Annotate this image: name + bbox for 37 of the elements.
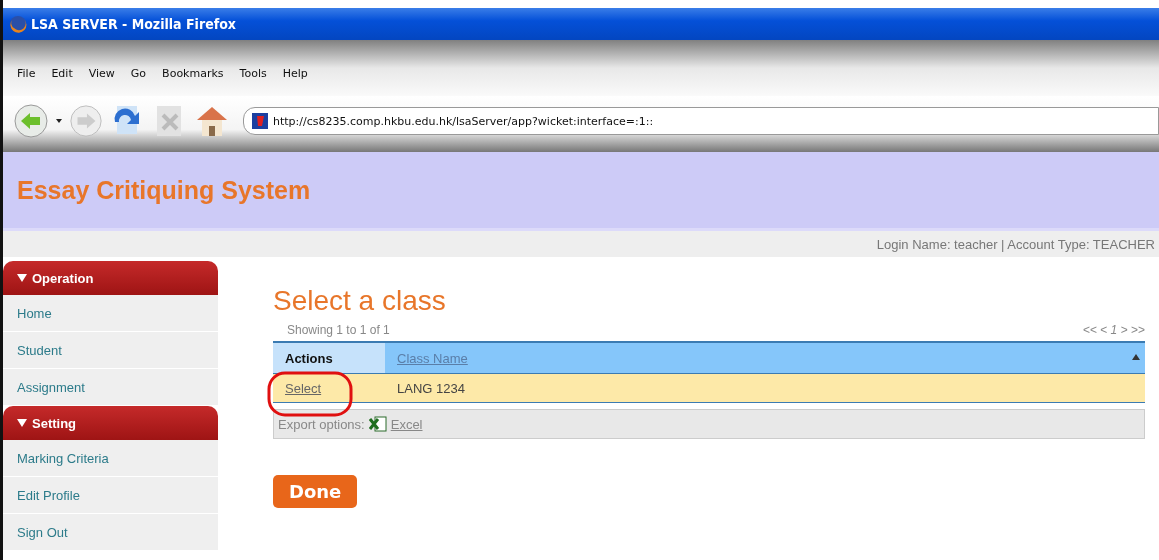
menu-item[interactable]: Help xyxy=(282,66,308,80)
sidebar-item[interactable]: Sign Out xyxy=(3,514,218,551)
page-heading: Select a class xyxy=(273,285,447,317)
section-title: Operation xyxy=(32,270,94,286)
sidebar-item[interactable]: Assignment xyxy=(3,369,218,406)
browser-logo-icon xyxy=(9,15,27,33)
menu-item[interactable]: Tools xyxy=(239,66,267,80)
column-header: Actions xyxy=(273,343,385,373)
result-count: Showing 1 to 1 of 1 xyxy=(287,323,390,337)
dropdown-icon[interactable] xyxy=(55,117,63,125)
sidebar-item[interactable]: Student xyxy=(3,332,218,369)
menu-item[interactable]: Edit xyxy=(51,66,73,80)
triangle-icon xyxy=(17,273,27,283)
table-cell: LANG 1234 xyxy=(397,380,465,396)
section-title: Setting xyxy=(32,415,77,431)
site-icon xyxy=(252,113,268,129)
triangle-icon xyxy=(17,418,27,428)
select-link[interactable]: Select xyxy=(285,380,322,396)
window-title: LSA SERVER - Mozilla Firefox xyxy=(31,16,236,32)
done-button[interactable]: Done xyxy=(273,475,358,508)
sidebar-item[interactable]: Marking Criteria xyxy=(3,440,218,477)
pager[interactable]: << < 1 > >> xyxy=(1082,323,1145,337)
menu-item[interactable]: Bookmarks xyxy=(162,66,224,80)
menu-item[interactable]: View xyxy=(88,66,115,80)
sort-icon[interactable] xyxy=(1131,353,1141,361)
sidebar-item[interactable]: Edit Profile xyxy=(3,477,218,514)
sidebar-item[interactable]: Home xyxy=(3,295,218,332)
user-info: Login Name: teacher | Account Type: TEACHER xyxy=(876,236,1155,252)
export-label: Export options: xyxy=(278,416,365,432)
menu-item[interactable]: Go xyxy=(130,66,147,80)
section-header[interactable]: Setting xyxy=(3,406,218,440)
address-field[interactable]: http://cs8235.comp.hkbu.edu.hk/lsaServer/app?wicket:interface=:1:: xyxy=(243,107,1159,135)
menu-item[interactable]: File xyxy=(17,66,36,80)
site-title: Essay Critiquing System xyxy=(17,175,311,205)
section-header[interactable]: Operation xyxy=(3,261,218,295)
excel-link[interactable]: Excel xyxy=(390,416,423,432)
spreadsheet-icon xyxy=(368,416,387,432)
